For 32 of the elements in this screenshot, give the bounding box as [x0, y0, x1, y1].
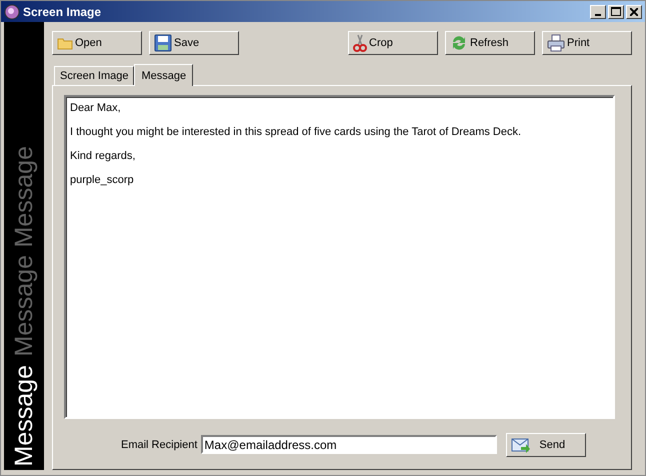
minimize-button[interactable]: [590, 4, 606, 18]
refresh-icon: [450, 34, 468, 52]
folder-icon: [57, 36, 73, 50]
scissors-icon: [353, 34, 367, 52]
toolbar-button[interactable]: Crop: [348, 31, 438, 55]
tab[interactable]: Message: [134, 64, 194, 86]
maximize-icon: [611, 7, 621, 16]
printer-icon: [547, 34, 565, 52]
message-text: purple_scorp: [70, 174, 135, 187]
banner-text: Message: [12, 364, 36, 466]
app-icon: [4, 4, 20, 20]
recipient-label: Email Recipient: [121, 438, 198, 450]
message-text: Kind regards,: [70, 150, 136, 163]
message-field[interactable]: Dear Max, I thought you might be interested in this spread of five cards using the Tarot of Dreams Deck. Kind regards, purple_scorp: [64, 95, 615, 419]
envelope-icon: [511, 436, 532, 452]
tab[interactable]: Screen Image: [54, 66, 134, 85]
message-text: Dear Max,: [70, 102, 122, 115]
toolbar-button[interactable]: Open: [52, 31, 142, 55]
toolbar-button[interactable]: Refresh: [445, 31, 535, 55]
message-text: I thought you might be interested in this spread of five cards using the Tarot of Dreams Deck.: [70, 126, 522, 139]
window-title: Screen Image: [23, 4, 102, 18]
toolbar-button[interactable]: Save: [149, 31, 239, 55]
maximize-button[interactable]: [608, 4, 624, 18]
close-button[interactable]: [626, 4, 642, 18]
minimize-icon: [595, 14, 601, 16]
banner-text: Message: [12, 146, 36, 248]
floppy-icon: [154, 34, 172, 52]
toolbar-button[interactable]: Print: [542, 31, 632, 55]
banner-text: Message: [12, 255, 36, 357]
close-icon: [630, 8, 638, 16]
recipient-field[interactable]: Max@emailaddress.com: [201, 435, 498, 454]
send-button[interactable]: Send: [506, 432, 586, 456]
